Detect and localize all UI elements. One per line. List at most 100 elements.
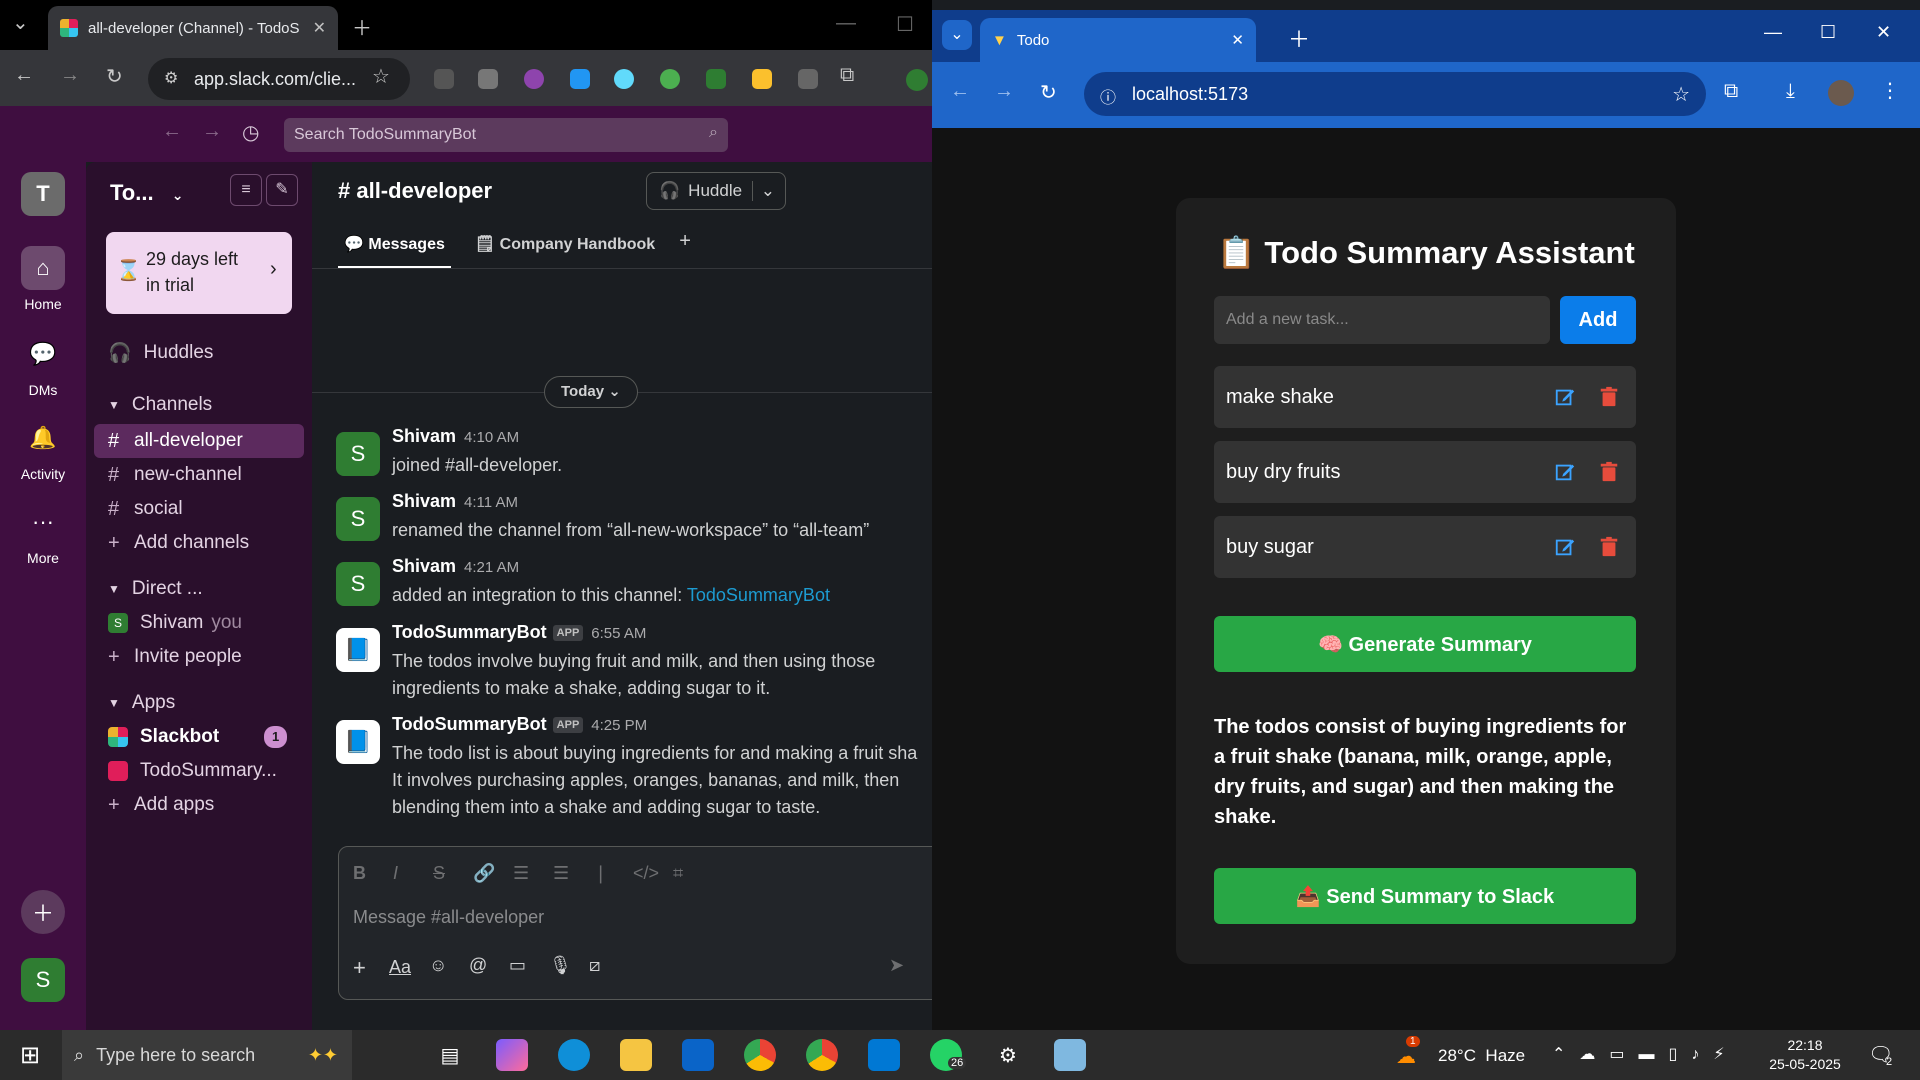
slack-search-input[interactable]: Search TodoSummaryBot ⌕ — [284, 118, 728, 152]
tab-search-icon[interactable]: ⌄ — [12, 10, 29, 35]
channel-title[interactable]: # all-developer — [338, 178, 492, 204]
tab-messages[interactable]: 💬 Messages — [338, 234, 451, 269]
formatting-icon[interactable]: Aa — [389, 957, 411, 978]
edge-icon[interactable] — [558, 1039, 590, 1071]
sidebar-app-todosummary[interactable]: TodoSummary... — [94, 754, 304, 788]
rail-more[interactable]: ··· More — [0, 500, 86, 566]
new-task-input[interactable] — [1214, 296, 1550, 344]
workspace-name[interactable]: To... ⌄ — [110, 180, 183, 206]
weather-text[interactable]: 28°C Haze — [1438, 1046, 1525, 1066]
avatar[interactable]: S — [336, 497, 380, 541]
integration-link[interactable]: TodoSummaryBot — [687, 585, 830, 605]
composer-input[interactable]: Message #all-developer — [353, 907, 833, 928]
extension-yellow-icon[interactable] — [752, 69, 772, 89]
chrome-profile-icon[interactable] — [806, 1039, 838, 1071]
whatsapp-icon[interactable]: 26 — [930, 1039, 967, 1071]
link-icon[interactable]: 🔗 — [473, 863, 495, 884]
message-time[interactable]: 4:21 AM — [464, 559, 519, 576]
extension-grey-icon[interactable] — [798, 69, 818, 89]
reload-icon[interactable]: ↻ — [1040, 80, 1057, 105]
strikethrough-icon[interactable]: S — [433, 863, 445, 884]
extension-blue-icon[interactable] — [570, 69, 590, 89]
bot-avatar[interactable]: 📘 — [336, 720, 380, 764]
profile-avatar-icon[interactable] — [1828, 80, 1854, 106]
sidebar-huddles[interactable]: 🎧 Huddles — [94, 336, 304, 370]
tab-company-handbook[interactable]: 🗒 Company Handbook — [475, 234, 655, 269]
sidebar-channel-social[interactable]: # social — [94, 492, 304, 526]
settings-gear-icon[interactable]: ⚙ — [992, 1039, 1024, 1071]
generate-summary-button[interactable]: 🧠 Generate Summary — [1214, 616, 1636, 672]
forward-icon[interactable]: → — [60, 64, 80, 87]
emoji-icon[interactable]: ☺ — [429, 955, 447, 976]
mention-icon[interactable]: @ — [469, 955, 487, 976]
bold-icon[interactable]: B — [353, 863, 366, 884]
workspace-avatar[interactable]: T — [21, 172, 65, 216]
task-view-icon[interactable]: ▤ — [434, 1039, 466, 1071]
code-icon[interactable]: </> — [633, 863, 659, 884]
sidebar-dm-shivam[interactable]: S Shivam you — [94, 606, 304, 640]
bookmark-star-icon[interactable]: ☆ — [372, 64, 390, 89]
slack-browser-tab[interactable]: all-developer (Channel) - TodoS ✕ — [48, 6, 338, 50]
back-icon[interactable]: ← — [950, 80, 970, 103]
sidebar-app-slackbot[interactable]: Slackbot 1 — [94, 720, 304, 754]
add-tab-icon[interactable]: + — [679, 230, 691, 269]
message-author[interactable]: TodoSummaryBot — [392, 714, 547, 734]
extension-bug-icon[interactable] — [434, 69, 454, 89]
react-devtools-icon[interactable] — [614, 69, 634, 89]
message-author[interactable]: Shivam — [392, 426, 456, 446]
ordered-list-icon[interactable]: ☰ — [513, 863, 529, 884]
reload-icon[interactable]: ↻ — [106, 64, 123, 89]
send-to-slack-button[interactable]: 📤 Send Summary to Slack — [1214, 868, 1636, 924]
extension-c-icon[interactable] — [478, 69, 498, 89]
new-tab-icon[interactable]: ＋ — [1288, 22, 1310, 54]
filter-sliders-icon[interactable]: ≡ — [230, 174, 262, 206]
message-time[interactable]: 6:55 AM — [591, 625, 646, 642]
maximize-icon[interactable]: ☐ — [896, 12, 914, 37]
user-avatar-button[interactable]: S — [0, 958, 86, 1008]
add-apps[interactable]: + Add apps — [94, 788, 304, 822]
italic-icon[interactable]: I — [393, 863, 398, 884]
url-field[interactable]: ⚙ app.slack.com/clie... — [148, 58, 410, 100]
channels-section-header[interactable]: ▼ Channels — [94, 388, 304, 422]
copilot-icon[interactable] — [496, 1039, 528, 1071]
blockquote-icon[interactable]: ❘ — [593, 863, 608, 884]
edit-icon[interactable] — [1554, 386, 1576, 408]
plus-icon[interactable]: + — [353, 955, 366, 981]
avatar[interactable]: S — [336, 562, 380, 606]
date-divider[interactable]: Today ⌄ — [544, 376, 638, 408]
message-author[interactable]: Shivam — [392, 556, 456, 576]
rail-add[interactable]: ＋ — [0, 890, 86, 940]
message-time[interactable]: 4:11 AM — [464, 494, 518, 511]
history-clock-icon[interactable]: ◷ — [242, 120, 259, 145]
extension-check-icon[interactable] — [706, 69, 726, 89]
add-task-button[interactable]: Add — [1560, 296, 1636, 344]
close-window-icon[interactable]: ✕ — [1876, 22, 1891, 43]
back-icon[interactable]: ← — [14, 64, 34, 87]
url-field[interactable]: ⓘ localhost:5173 ☆ — [1084, 72, 1706, 116]
send-icon[interactable]: ➤ — [889, 955, 904, 976]
bulleted-list-icon[interactable]: ☰ — [553, 863, 569, 884]
add-channels[interactable]: + Add channels — [94, 526, 304, 560]
apps-section-header[interactable]: ▼ Apps — [94, 686, 304, 720]
tab-search-icon[interactable]: ⌄ — [942, 20, 972, 50]
direct-section-header[interactable]: ▼ Direct ... — [94, 572, 304, 606]
microphone-icon[interactable]: 🎙 — [549, 955, 572, 976]
rail-activity[interactable]: 🔔 Activity — [0, 416, 86, 482]
message-time[interactable]: 4:25 PM — [591, 717, 647, 734]
message-time[interactable]: 4:10 AM — [464, 429, 519, 446]
clock[interactable]: 22:18 25-05-2025 — [1760, 1036, 1850, 1074]
compose-icon[interactable]: ✎ — [266, 174, 298, 206]
trash-icon[interactable] — [1598, 536, 1620, 558]
rail-home[interactable]: ⌂ Home — [0, 246, 86, 312]
site-info-icon[interactable]: ⓘ — [1100, 84, 1116, 108]
workspace-switcher[interactable]: T — [0, 172, 86, 222]
code-block-icon[interactable]: ⌗ — [673, 863, 683, 884]
chrome-icon[interactable] — [744, 1039, 776, 1071]
minimize-icon[interactable]: — — [836, 12, 856, 35]
taskbar-search[interactable]: ⌕ Type here to search ✦✦ — [62, 1030, 352, 1080]
edit-icon[interactable] — [1554, 461, 1576, 483]
message-author[interactable]: Shivam — [392, 491, 456, 511]
notepad-icon[interactable] — [1054, 1039, 1086, 1071]
history-forward-icon[interactable]: → — [202, 120, 222, 143]
video-icon[interactable]: ▭ — [509, 955, 526, 976]
